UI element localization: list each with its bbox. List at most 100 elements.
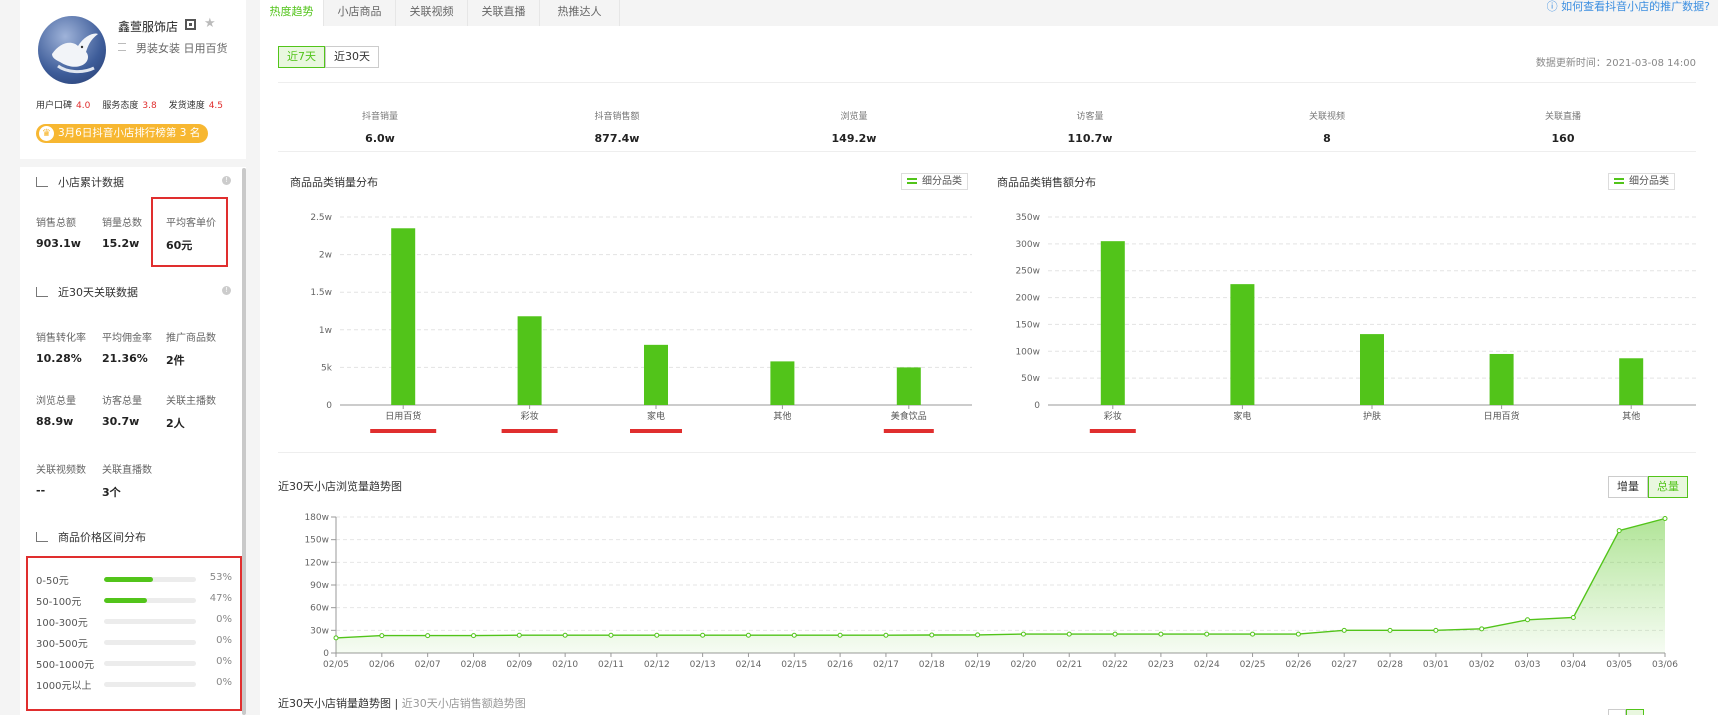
x-tick-label: 02/21 bbox=[1056, 660, 1082, 670]
x-tick-label: 02/25 bbox=[1240, 660, 1266, 670]
bottom-chart-alt-link[interactable]: 近30天小店销售额趋势图 bbox=[402, 697, 526, 710]
summary-stat-value: 149.2w bbox=[831, 132, 877, 145]
price-row: 500-1000元 0% bbox=[36, 656, 232, 671]
bar bbox=[1489, 353, 1514, 405]
trend-point bbox=[1570, 614, 1576, 620]
price-range-pct: 0% bbox=[216, 614, 232, 625]
tab-shop-products[interactable]: 小店商品 bbox=[324, 0, 396, 26]
category-icon bbox=[118, 43, 126, 51]
sub-category-button-1[interactable]: 细分品类 bbox=[901, 173, 968, 190]
bottom-increment-button[interactable] bbox=[1608, 709, 1626, 715]
price-range-label: 300-500元 bbox=[36, 639, 88, 650]
price-row: 1000元以上 0% bbox=[36, 677, 232, 692]
y-tick-label: 150w bbox=[1015, 320, 1040, 330]
cumulative-title: 小店累计数据 bbox=[36, 174, 124, 190]
summary-stat-label: 访客量 bbox=[1076, 112, 1104, 122]
price-row: 300-500元 0% bbox=[36, 635, 232, 650]
filter-icon bbox=[1614, 178, 1624, 184]
x-tick-label: 02/16 bbox=[827, 660, 853, 670]
price-bar-track bbox=[104, 640, 196, 645]
summary-stat-label: 抖音销量 bbox=[361, 112, 398, 122]
trend-point bbox=[1295, 631, 1301, 637]
y-tick-label: 350w bbox=[1015, 213, 1040, 223]
rank-badge[interactable]: ♛ 3月6日抖音小店排行榜第 3 名 bbox=[36, 124, 209, 143]
x-tick-label: 美食饮品 bbox=[891, 410, 927, 422]
metric-lives: 关联直播数 3个 bbox=[102, 465, 152, 499]
trend-point bbox=[837, 632, 843, 638]
x-tick-label: 03/05 bbox=[1606, 660, 1632, 670]
x-tick-label: 02/27 bbox=[1331, 660, 1357, 670]
x-tick-label: 护肤 bbox=[1363, 410, 1381, 422]
trend-point bbox=[1433, 627, 1439, 633]
rating-delivery: 发货速度 4.5 bbox=[168, 101, 224, 111]
trend-point bbox=[425, 633, 431, 639]
x-tick-label: 家电 bbox=[1233, 410, 1251, 422]
shop-ratings: 用户口碑 4.0 服务态度 3.8 发货速度 4.5 bbox=[36, 98, 223, 111]
trend-increment-button[interactable]: 增量 bbox=[1608, 476, 1648, 498]
period-toggle: 近7天 近30天 bbox=[278, 46, 379, 68]
y-tick-label: 30w bbox=[310, 626, 329, 636]
trend-point bbox=[470, 633, 476, 639]
price-range-pct: 0% bbox=[216, 635, 232, 646]
summary-stat-value: 160 bbox=[1551, 132, 1575, 145]
x-tick-label: 02/22 bbox=[1102, 660, 1128, 670]
trend-point bbox=[929, 632, 935, 638]
update-time: 数据更新时间：2021-03-08 14:00 bbox=[1535, 58, 1696, 69]
summary-stat: 访客量 110.7w bbox=[980, 109, 1200, 145]
metric-volume-total: 销量总数 15.2w bbox=[102, 218, 142, 250]
price-bar-track bbox=[104, 661, 196, 666]
metric-promoted-items: 推广商品数 2件 bbox=[166, 333, 216, 367]
trend-mode-toggle: 增量 总量 bbox=[1608, 476, 1688, 498]
y-tick-label: 0 bbox=[326, 401, 332, 411]
trend-icon bbox=[36, 287, 48, 297]
favorite-star-icon[interactable]: ★ bbox=[204, 16, 216, 31]
y-tick-label: 60w bbox=[310, 604, 329, 614]
x-tick-label: 02/13 bbox=[690, 660, 716, 670]
price-bar-track bbox=[104, 598, 196, 603]
period-30d-button[interactable]: 近30天 bbox=[325, 46, 379, 68]
help-link[interactable]: ⓘ 如何查看抖音小店的推广数据? bbox=[1547, 0, 1710, 14]
trend-point bbox=[1158, 631, 1164, 637]
red-underline-annotation bbox=[370, 429, 437, 433]
price-range-pct: 0% bbox=[216, 677, 232, 688]
sub-category-button-2[interactable]: 细分品类 bbox=[1608, 173, 1675, 190]
info-icon[interactable]: ! bbox=[222, 176, 231, 185]
price-dist-title: 商品价格区间分布 bbox=[36, 529, 146, 545]
tab-bar: 热度趋势 小店商品 关联视频 关联直播 热推达人 ⓘ 如何查看抖音小店的推广数据… bbox=[260, 0, 1718, 26]
tab-related-lives[interactable]: 关联直播 bbox=[468, 0, 540, 26]
trend-point bbox=[608, 632, 614, 638]
bar bbox=[1100, 241, 1125, 405]
tab-trend[interactable]: 热度趋势 bbox=[260, 0, 324, 26]
trend-point bbox=[1250, 631, 1256, 637]
summary-stat-value: 8 bbox=[1323, 132, 1331, 145]
y-tick-label: 2w bbox=[319, 251, 332, 261]
price-bar-track bbox=[104, 682, 196, 687]
trend-point bbox=[1616, 528, 1622, 534]
main-content: 热度趋势 小店商品 关联视频 关联直播 热推达人 ⓘ 如何查看抖音小店的推广数据… bbox=[260, 0, 1718, 715]
y-tick-label: 200w bbox=[1015, 294, 1040, 304]
shop-name: 鑫萱服饰店 bbox=[118, 20, 179, 34]
bar bbox=[1360, 334, 1384, 405]
tab-hot-influencers[interactable]: 热推达人 bbox=[540, 0, 620, 26]
metric-anchors: 关联主播数 2人 bbox=[166, 396, 216, 430]
bottom-total-button[interactable] bbox=[1626, 709, 1644, 715]
qrcode-icon[interactable] bbox=[185, 19, 196, 30]
summary-stat: 浏览量 149.2w bbox=[744, 109, 964, 145]
price-range-label: 0-50元 bbox=[36, 576, 69, 587]
summary-stat: 抖音销量 6.0w bbox=[270, 109, 490, 145]
metric-videos: 关联视频数 -- bbox=[36, 465, 86, 497]
chart-volume-by-category: 0 5k 1w 1.5w 2w 2.5w 日用百货 彩妆 家电 其他 美食饮品 bbox=[310, 213, 972, 433]
summary-stat-value: 877.4w bbox=[594, 132, 640, 145]
y-tick-label: 100w bbox=[1015, 347, 1040, 357]
summary-stat: 抖音销售额 877.4w bbox=[507, 109, 727, 145]
info-icon[interactable]: ! bbox=[222, 286, 231, 295]
x-tick-label: 其他 bbox=[773, 410, 791, 422]
period-7d-button[interactable]: 近7天 bbox=[278, 46, 325, 68]
trend-total-button[interactable]: 总量 bbox=[1648, 476, 1688, 498]
y-tick-label: 90w bbox=[310, 581, 329, 591]
x-tick-label: 03/01 bbox=[1423, 660, 1449, 670]
tab-related-videos[interactable]: 关联视频 bbox=[396, 0, 468, 26]
summary-stat-label: 浏览量 bbox=[840, 112, 868, 122]
chart-sales-title: 商品品类销售额分布 bbox=[997, 176, 1096, 189]
price-range-label: 50-100元 bbox=[36, 597, 82, 608]
